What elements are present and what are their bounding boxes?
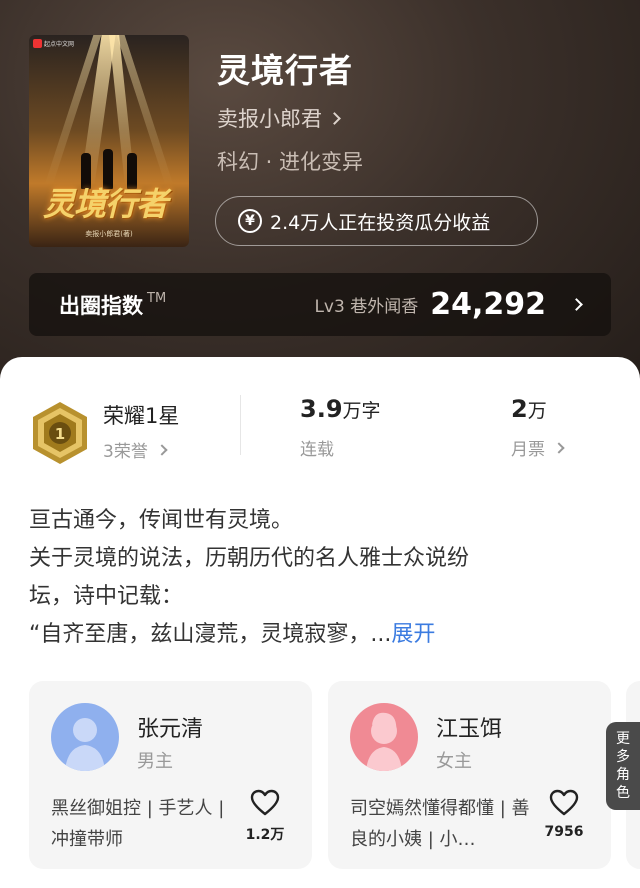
honor-count: 3荣誉: [103, 442, 148, 462]
serial-status: 连载: [300, 440, 334, 460]
heart-icon: [250, 789, 280, 816]
breakout-index-label: 出圈指数: [59, 293, 143, 318]
character-name: 张元清: [137, 717, 204, 742]
breakout-index-bar[interactable]: 出圈指数 TM Lv3 巷外闻香 24,292: [29, 273, 611, 336]
character-name: 江玉饵: [436, 717, 503, 742]
character-card[interactable]: 江玉饵 女主 司空嫣然懂得都懂 | 善良的小姨 | 小… 7956: [328, 681, 611, 869]
like-count: 7956: [544, 824, 584, 840]
book-cover[interactable]: 起点中文网 灵境行者 卖报小郎君(著): [29, 35, 189, 247]
yen-icon: ¥: [238, 209, 262, 233]
more-characters-button[interactable]: 更多角色: [606, 722, 640, 810]
synopsis-line: 关于灵境的说法，历朝历代的名人雅士众说纷: [29, 546, 470, 571]
like-count: 1.2万: [245, 827, 285, 843]
author-link[interactable]: 卖报小郎君: [217, 103, 341, 133]
like-button[interactable]: 7956: [539, 789, 589, 840]
honor-badge-icon: 1: [33, 402, 87, 464]
book-detail-sheet: 1 荣耀1星 3荣誉 3.9万字 连载 2万 月票 亘古通今，传闻世有灵境。 关…: [0, 357, 640, 888]
breakout-index-value: 24,292: [430, 287, 546, 322]
synopsis-ellipsis: ...: [370, 622, 392, 647]
cover-publisher-logo: 起点中文网: [33, 39, 74, 48]
monthly-votes-stat[interactable]: 2万 月票: [511, 395, 565, 460]
expand-link[interactable]: 展开: [391, 622, 435, 647]
monthly-votes-value: 2: [511, 395, 528, 423]
monthly-votes-unit: 万: [527, 400, 547, 422]
chevron-right-icon: [570, 298, 583, 311]
book-header: 起点中文网 灵境行者 卖报小郎君(著) 灵境行者 卖报小郎君 科幻 · 进化变异…: [0, 0, 640, 400]
synopsis[interactable]: 亘古通今，传闻世有灵境。 关于灵境的说法，历朝历代的名人雅士众说纷 坛，诗中记载…: [29, 502, 614, 654]
chevron-right-icon: [328, 111, 341, 125]
avatar: [350, 703, 418, 771]
book-genre: 科幻 · 进化变异: [217, 150, 364, 174]
word-count-value: 3.9: [300, 395, 343, 423]
honor-link[interactable]: 3荣誉: [103, 437, 168, 462]
heart-icon: [549, 789, 579, 816]
synopsis-line: 坛，诗中记载：: [29, 584, 184, 609]
character-description: 司空嫣然懂得都懂 | 善良的小姨 | 小…: [350, 798, 530, 850]
monthly-votes-label: 月票: [511, 440, 545, 460]
character-role: 女主: [436, 751, 472, 772]
character-description: 黑丝御姐控 | 手艺人 | 冲撞带师: [51, 798, 225, 850]
invest-button[interactable]: ¥ 2.4万人正在投资瓜分收益: [215, 196, 538, 246]
invest-label: 2.4万人正在投资瓜分收益: [270, 211, 491, 234]
like-button[interactable]: 1.2万: [240, 789, 290, 844]
avatar: [51, 703, 119, 771]
character-role: 男主: [137, 751, 173, 772]
synopsis-line: 亘古通今，传闻世有灵境。: [29, 508, 294, 533]
word-count-unit: 万字: [342, 400, 381, 422]
divider: [240, 395, 241, 455]
breakout-index-level: Lv3 巷外闻香: [314, 297, 419, 317]
chevron-right-icon: [156, 443, 168, 456]
synopsis-line: “自齐至唐，兹山寖荒，灵境寂寥，: [29, 622, 371, 647]
cover-title: 灵境行者: [43, 185, 168, 223]
trademark-mark: TM: [147, 291, 167, 306]
stats-row: 1 荣耀1星 3荣誉 3.9万字 连载 2万 月票: [0, 395, 640, 475]
svg-text:1: 1: [55, 425, 65, 443]
chevron-right-icon: [553, 441, 565, 454]
book-title: 灵境行者: [217, 51, 353, 90]
word-count-stat: 3.9万字 连载: [300, 395, 381, 460]
more-characters-label: 更多角色: [616, 731, 630, 801]
cover-author: 卖报小郎君(著): [85, 230, 133, 238]
author-name: 卖报小郎君: [217, 107, 322, 131]
character-card[interactable]: 张元清 男主 黑丝御姐控 | 手艺人 | 冲撞带师 1.2万: [29, 681, 312, 869]
honor-title: 荣耀1星: [103, 404, 180, 428]
